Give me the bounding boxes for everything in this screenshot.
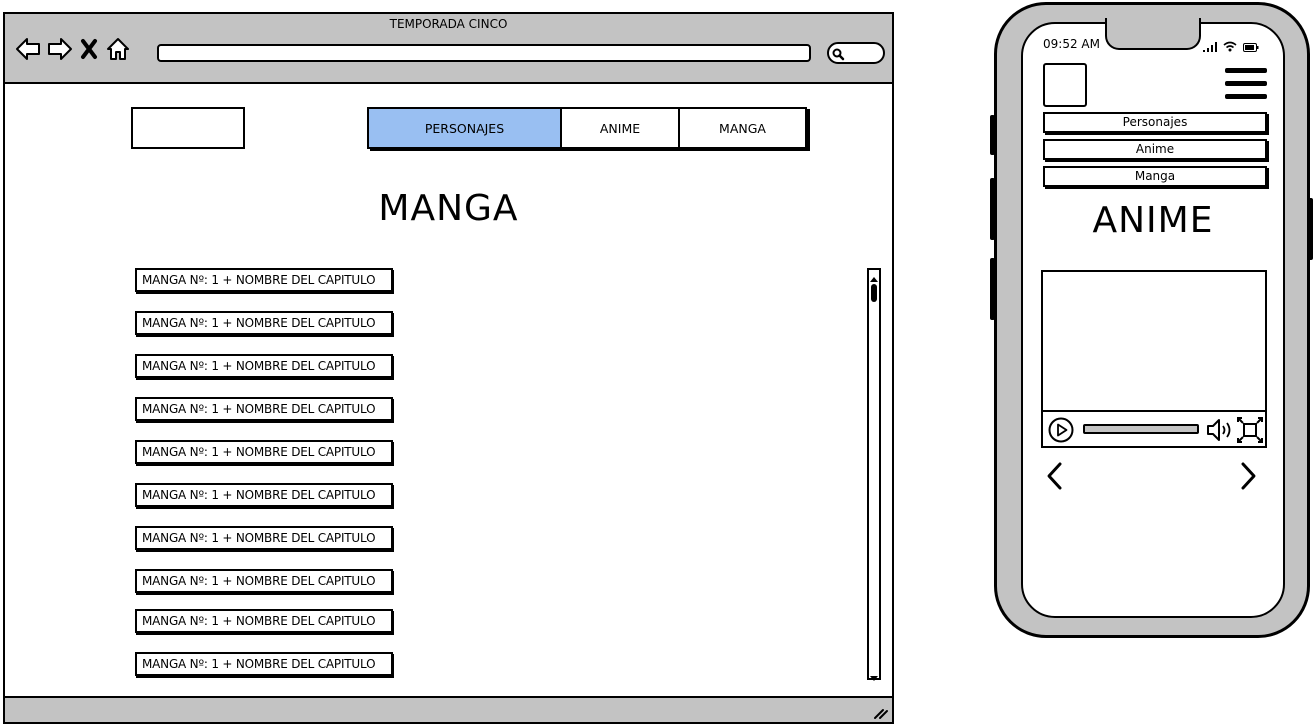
back-icon[interactable] (15, 36, 41, 62)
page-title: MANGA (378, 188, 519, 229)
logo-placeholder (131, 107, 245, 149)
play-icon[interactable] (1048, 417, 1074, 443)
signal-icon (1203, 37, 1217, 56)
phone-menu-personajes[interactable]: Personajes (1043, 112, 1267, 133)
phone-menu-anime[interactable]: Anime (1043, 139, 1267, 160)
browser-window: TEMPORADA CINCO PERSONAJES ANIME MANGA M… (3, 12, 894, 724)
scroll-up-icon[interactable] (869, 270, 879, 282)
address-bar[interactable] (157, 44, 811, 62)
search-button[interactable] (827, 42, 885, 64)
chapter-item[interactable]: MANGA Nº: 1 + NOMBRE DEL CAPITULO (135, 311, 393, 335)
chapter-item[interactable]: MANGA Nº: 1 + NOMBRE DEL CAPITULO (135, 609, 393, 633)
phone-page-title: ANIME (1092, 200, 1214, 241)
chevron-left-icon[interactable] (1045, 460, 1063, 492)
chapter-item[interactable]: MANGA Nº: 1 + NOMBRE DEL CAPITULO (135, 440, 393, 464)
nav-tabs: PERSONAJES ANIME MANGA (367, 107, 807, 149)
chevron-right-icon[interactable] (1240, 460, 1258, 492)
phone-side-button (1308, 198, 1313, 260)
chapter-item[interactable]: MANGA Nº: 1 + NOMBRE DEL CAPITULO (135, 526, 393, 550)
tab-personajes[interactable]: PERSONAJES (369, 109, 562, 147)
search-icon (832, 48, 845, 61)
phone-logo-placeholder (1043, 63, 1087, 107)
phone-notch (1105, 18, 1201, 50)
video-player[interactable] (1041, 270, 1267, 448)
chapter-item[interactable]: MANGA Nº: 1 + NOMBRE DEL CAPITULO (135, 354, 393, 378)
forward-icon[interactable] (47, 36, 73, 62)
status-icons (1203, 37, 1259, 56)
vertical-scrollbar[interactable] (867, 268, 881, 681)
chapter-item[interactable]: MANGA Nº: 1 + NOMBRE DEL CAPITULO (135, 569, 393, 593)
chapter-item[interactable]: MANGA Nº: 1 + NOMBRE DEL CAPITULO (135, 483, 393, 507)
tab-manga[interactable]: MANGA (680, 109, 805, 147)
home-icon[interactable] (105, 36, 131, 62)
phone-side-button (990, 258, 995, 320)
phone-side-button (990, 115, 995, 155)
nav-icons (15, 36, 131, 62)
video-progress-bar[interactable] (1083, 424, 1199, 434)
phone-menu-manga[interactable]: Manga (1043, 166, 1267, 187)
status-time: 09:52 AM (1043, 37, 1100, 51)
battery-icon (1243, 37, 1259, 56)
chapter-item[interactable]: MANGA Nº: 1 + NOMBRE DEL CAPITULO (135, 652, 393, 676)
resize-grip-icon[interactable] (871, 702, 889, 720)
hamburger-menu-icon[interactable] (1225, 68, 1267, 104)
status-bar (5, 696, 892, 722)
volume-icon[interactable] (1206, 417, 1234, 443)
video-controls (1043, 410, 1265, 446)
scroll-thumb[interactable] (871, 284, 877, 302)
window-title: TEMPORADA CINCO (389, 17, 508, 31)
phone-side-button (990, 178, 995, 240)
tab-anime[interactable]: ANIME (562, 109, 680, 147)
chapter-item[interactable]: MANGA Nº: 1 + NOMBRE DEL CAPITULO (135, 268, 393, 292)
chapter-item[interactable]: MANGA Nº: 1 + NOMBRE DEL CAPITULO (135, 397, 393, 421)
browser-chrome: TEMPORADA CINCO (5, 14, 892, 84)
wifi-icon (1223, 37, 1237, 56)
close-icon[interactable] (79, 36, 99, 62)
fullscreen-icon[interactable] (1237, 417, 1263, 443)
scroll-down-icon[interactable] (869, 668, 879, 681)
